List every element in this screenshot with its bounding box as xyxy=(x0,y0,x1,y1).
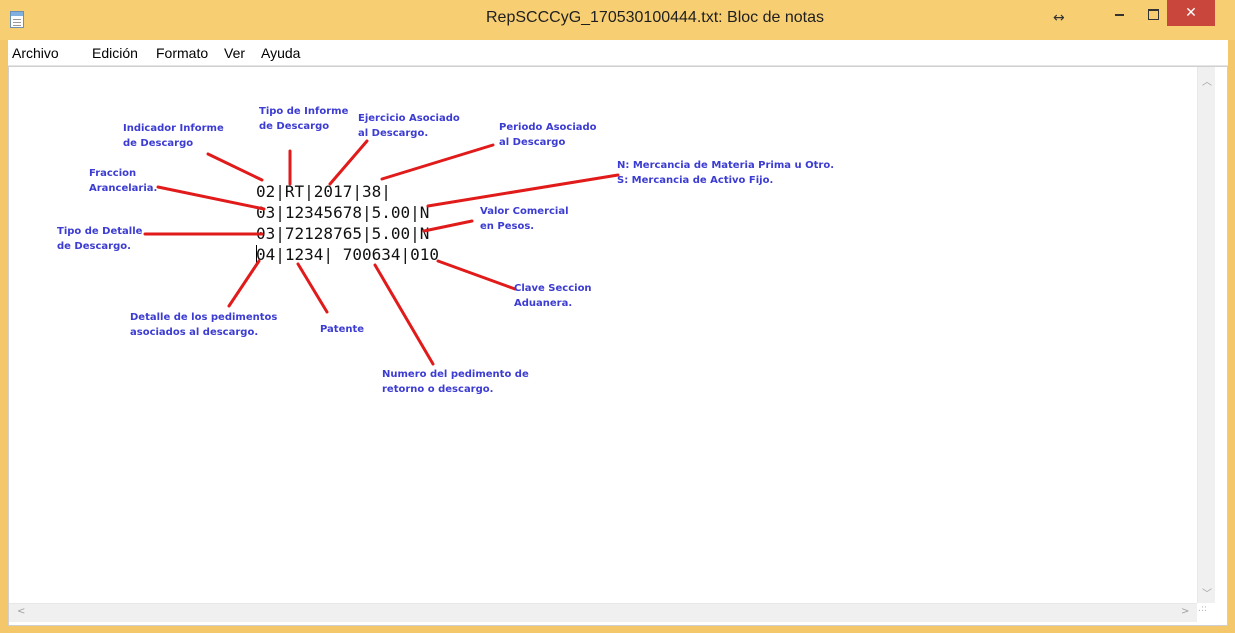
line-ejercicio xyxy=(328,139,369,186)
line-mercancia xyxy=(426,173,620,208)
note-detalle-pedimentos: Detalle de los pedimentos asociados al d… xyxy=(130,312,278,338)
notepad-window: RepSCCCyG_170530100444.txt: Bloc de nota… xyxy=(0,0,1235,633)
line-clave-seccion xyxy=(436,259,517,291)
note-ejercicio: Ejercicio Asociado al Descargo. xyxy=(358,113,460,139)
note-clave-seccion: Clave Seccion Aduanera. xyxy=(514,283,592,309)
note-periodo: Periodo Asociado al Descargo xyxy=(499,122,597,148)
line-numero-pedimento xyxy=(373,263,435,366)
note-indicador-informe: Indicador Informe de Descargo xyxy=(123,123,224,149)
line-indicador xyxy=(206,152,264,182)
line-detalle-pedimentos xyxy=(227,259,261,308)
line-periodo xyxy=(380,143,495,181)
note-mercancia: N: Mercancia de Materia Prima u Otro. S:… xyxy=(617,160,834,186)
line-patente xyxy=(296,262,329,314)
line-valor-comercial xyxy=(422,219,474,233)
note-tipo-detalle: Tipo de Detalle de Descargo. xyxy=(57,226,143,252)
note-valor-comercial: Valor Comercial en Pesos. xyxy=(480,206,569,232)
note-tipo-informe: Tipo de Informe de Descargo xyxy=(259,106,349,132)
note-numero-pedimento: Numero del pedimento de retorno o descar… xyxy=(382,369,529,395)
note-fraccion: Fraccion Arancelaria. xyxy=(89,168,158,194)
note-patente: Patente xyxy=(320,324,365,335)
line-fraccion xyxy=(156,185,266,211)
